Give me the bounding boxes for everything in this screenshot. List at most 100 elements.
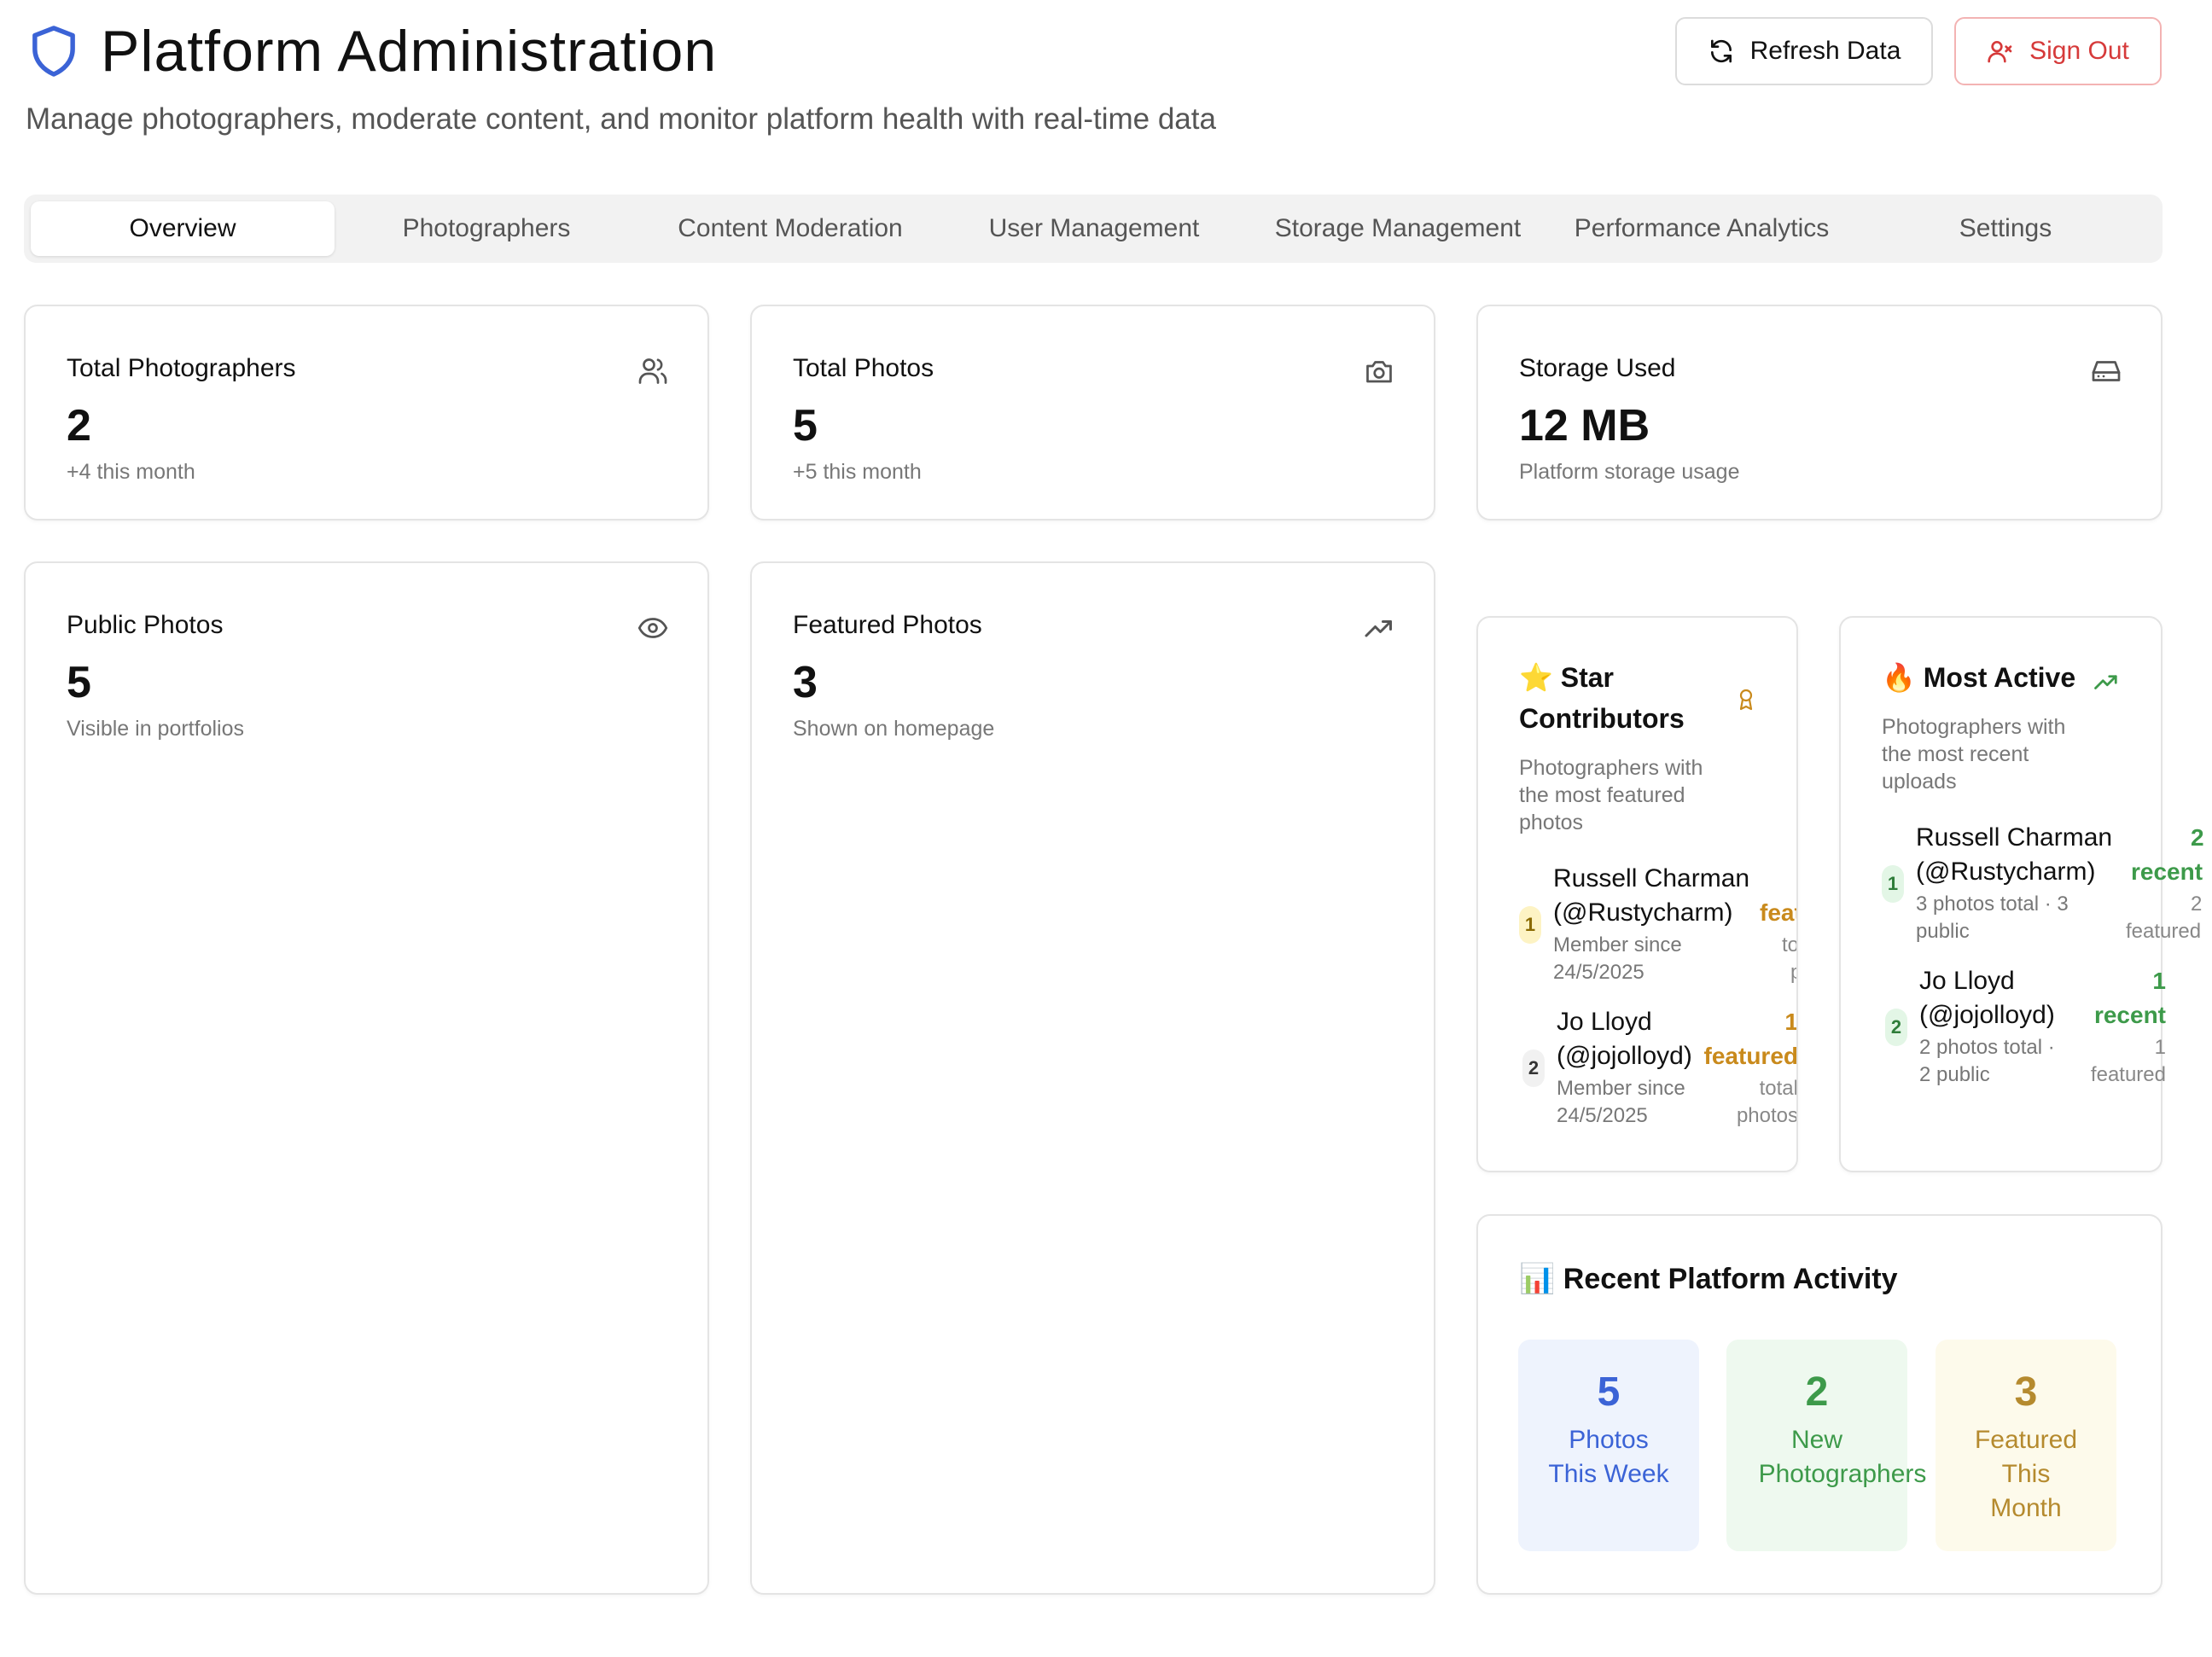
activity-label-line: Month bbox=[1990, 1494, 2062, 1522]
contributor-meta: 3 photos total · 3 bbox=[1916, 892, 2069, 916]
refresh-data-label: Refresh Data bbox=[1749, 37, 1901, 65]
contributor-meta: 24/5/2025 bbox=[1553, 961, 1644, 984]
most-active-title: 🔥 Most Active bbox=[1882, 657, 2075, 698]
contributor-name[interactable]: Jo Lloyd bbox=[1919, 964, 2015, 998]
stat-value: 12 MB bbox=[1519, 401, 1650, 451]
stat-value: 5 bbox=[67, 658, 91, 707]
contributor-name[interactable]: Russell Charman bbox=[1916, 821, 2112, 855]
count-sub: 1 bbox=[2154, 1036, 2166, 1059]
contributor-meta: 24/5/2025 bbox=[1557, 1104, 1648, 1127]
stat-label: Total Photographers bbox=[67, 354, 296, 382]
tab-photographers[interactable]: Photographers bbox=[335, 201, 638, 256]
sign-out-label: Sign Out bbox=[2029, 37, 2129, 65]
stat-card-featured-photos: Featured Photos 3 Shown on homepage bbox=[750, 561, 1435, 1595]
tab-overview[interactable]: Overview bbox=[31, 201, 335, 256]
stat-subtext: +4 this month bbox=[67, 460, 195, 484]
recent-count: 2 bbox=[2191, 824, 2204, 851]
contributor-meta: Member since bbox=[1557, 1077, 1685, 1100]
tab-storage-management[interactable]: Storage Management bbox=[1246, 201, 1550, 256]
star-contributors-card: ⭐ Star Contributors Photographers with t… bbox=[1476, 616, 1798, 1172]
tab-bar: Overview Photographers Content Moderatio… bbox=[24, 195, 2163, 263]
hard-drive-icon bbox=[2091, 356, 2122, 387]
contributor-handle: (@jojolloyd) bbox=[1557, 1042, 1692, 1070]
contributor-meta: 2 public bbox=[1919, 1063, 1990, 1086]
camera-icon bbox=[1364, 356, 1394, 387]
stat-value: 2 bbox=[67, 401, 91, 451]
stat-subtext: Visible in portfolios bbox=[67, 717, 244, 741]
activity-value: 5 bbox=[1597, 1369, 1621, 1415]
most-active-description: Photographers with the most recent uploa… bbox=[1882, 713, 2065, 795]
users-icon bbox=[637, 356, 668, 387]
stat-label: Public Photos bbox=[67, 611, 224, 639]
recent-activity-title: 📊 Recent Platform Activity bbox=[1519, 1259, 1898, 1299]
star-contributors-title-line2: Contributors bbox=[1519, 703, 1685, 734]
stat-value: 5 bbox=[793, 401, 818, 451]
stat-card-storage-used: Storage Used 12 MB Platform storage usag… bbox=[1476, 305, 2163, 520]
contributor-handle: (@Rustycharm) bbox=[1916, 858, 2096, 886]
contributor-meta: 2 photos total · bbox=[1919, 1036, 2055, 1059]
activity-value: 2 bbox=[1805, 1369, 1829, 1415]
desc-line: Photographers with bbox=[1882, 715, 2066, 739]
stat-subtext: +5 this month bbox=[793, 460, 922, 484]
star-contributors-title: ⭐ Star Contributors bbox=[1519, 657, 1685, 739]
activity-label-line: Photographers bbox=[1758, 1460, 1927, 1488]
sign-out-button[interactable]: Sign Out bbox=[1954, 17, 2162, 85]
tab-content-moderation[interactable]: Content Moderation bbox=[638, 201, 942, 256]
contributor-handle: (@Rustycharm) bbox=[1553, 898, 1733, 927]
contributor-name[interactable]: Russell Charman bbox=[1553, 862, 1749, 896]
stat-card-total-photographers: Total Photographers 2 +4 this month bbox=[24, 305, 709, 520]
star-contributors-title-line1: Star bbox=[1560, 662, 1614, 693]
stat-value: 3 bbox=[793, 658, 818, 707]
refresh-data-button[interactable]: Refresh Data bbox=[1675, 17, 1933, 85]
desc-line: the most featured bbox=[1519, 783, 1685, 807]
featured-count-label: featured bbox=[1703, 1043, 1798, 1069]
activity-label-line: This bbox=[2001, 1460, 2051, 1488]
desc-line: photos bbox=[1519, 811, 1584, 834]
contributor-meta: public bbox=[1916, 920, 1970, 943]
recent-count-label: recent bbox=[2131, 858, 2203, 885]
activity-value: 3 bbox=[2014, 1369, 2038, 1415]
activity-label-line: New bbox=[1790, 1426, 1842, 1454]
contributor-handle: (@jojolloyd) bbox=[1919, 1001, 2055, 1029]
contributor-name[interactable]: Jo Lloyd bbox=[1557, 1005, 1652, 1039]
desc-line: uploads bbox=[1882, 770, 1957, 794]
count-sub: featured bbox=[2126, 920, 2202, 943]
count-sub: photos bbox=[1790, 959, 1796, 986]
count-sub: total bbox=[1759, 1077, 1798, 1100]
rank-badge: 2 bbox=[1885, 1009, 1907, 1046]
activity-new-photographers: 2 New Photographers bbox=[1726, 1340, 1926, 1551]
most-active-title-text: Most Active bbox=[1923, 662, 2076, 693]
activity-label-line: Featured bbox=[1974, 1426, 2078, 1454]
count-sub: 2 bbox=[2191, 892, 2203, 916]
count-sub: photos bbox=[1736, 1104, 1798, 1127]
stat-subtext: Platform storage usage bbox=[1519, 460, 1740, 484]
recent-activity-title-text: Recent Platform Activity bbox=[1563, 1263, 1898, 1295]
featured-count-label: featured bbox=[1760, 899, 1798, 926]
stat-label: Total Photos bbox=[793, 354, 934, 382]
activity-label: Photos This Week bbox=[1518, 1423, 1699, 1491]
page-subtitle: Manage photographers, moderate content, … bbox=[26, 102, 1216, 136]
tab-performance-analytics[interactable]: Performance Analytics bbox=[1550, 201, 1854, 256]
page-title: Platform Administration bbox=[101, 19, 718, 84]
bar-chart-icon: 📊 bbox=[1519, 1263, 1556, 1295]
tab-settings[interactable]: Settings bbox=[1854, 201, 2157, 256]
activity-label-line: This Week bbox=[1548, 1460, 1669, 1488]
recent-count: 1 bbox=[2152, 968, 2166, 994]
activity-featured-this-month: 3 Featured This Month bbox=[1936, 1340, 2116, 1551]
shield-icon bbox=[28, 24, 79, 78]
tab-user-management[interactable]: User Management bbox=[942, 201, 1246, 256]
stat-label: Featured Photos bbox=[793, 611, 982, 639]
trending-up-icon bbox=[1364, 613, 1394, 643]
desc-line: the most recent bbox=[1882, 742, 2029, 766]
contributor-meta: Member since bbox=[1553, 933, 1682, 956]
stat-label: Storage Used bbox=[1519, 354, 1676, 382]
featured-count: 1 bbox=[1784, 1009, 1798, 1035]
eye-icon bbox=[637, 613, 668, 643]
trending-up-icon bbox=[2093, 669, 2119, 695]
activity-photos-this-week: 5 Photos This Week bbox=[1518, 1340, 1699, 1551]
count-sub: featured bbox=[2090, 1063, 2166, 1086]
star-contributors-description: Photographers with the most featured pho… bbox=[1519, 754, 1703, 836]
refresh-icon bbox=[1708, 38, 1735, 65]
stat-card-public-photos: Public Photos 5 Visible in portfolios bbox=[24, 561, 709, 1595]
count-sub: total bbox=[1782, 933, 1798, 956]
